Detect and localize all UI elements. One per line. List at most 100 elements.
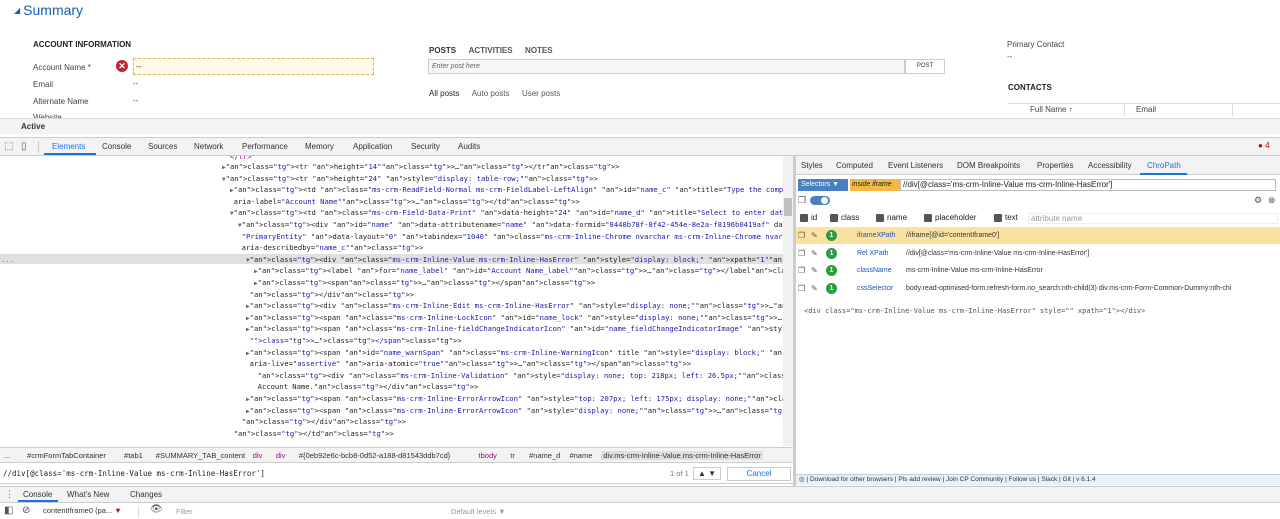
breadcrumb-item[interactable]: div: [276, 451, 286, 460]
account-name-input[interactable]: --: [133, 58, 374, 75]
dom-node-line[interactable]: aria-live="assertive" "an">aria-atomic="…: [246, 359, 691, 370]
xpath-input[interactable]: //div[@class='ms-crm-Inline-Value ms-crm…: [900, 179, 1276, 191]
alternate-name-value[interactable]: --: [133, 96, 138, 105]
dom-node-line[interactable]: "an">class="tg"></div"an">class="tg">>: [238, 417, 406, 428]
edit-icon[interactable]: ✎: [811, 280, 818, 297]
tab-memory[interactable]: Memory: [305, 142, 334, 151]
drawer-tab-whats-new[interactable]: What's New: [67, 490, 109, 499]
sidebar-toggle-icon[interactable]: ◧: [4, 505, 13, 516]
attribute-name-input[interactable]: attribute name: [1028, 213, 1278, 224]
breadcrumb-item[interactable]: #SUMMARY_TAB_content: [156, 451, 245, 460]
toggle-switch[interactable]: [810, 196, 830, 205]
drawer-menu-icon[interactable]: ⋮: [5, 489, 14, 500]
device-toggle-icon[interactable]: ▯: [21, 141, 27, 152]
tab-dom-breakpoints[interactable]: DOM Breakpoints: [957, 161, 1020, 170]
selector-value[interactable]: //div[@class='ms-crm-Inline-Value ms-crm…: [906, 245, 1089, 262]
dom-node-line[interactable]: "an">class="tg"></div"an">class="tg">>: [246, 290, 414, 301]
toggle-id-checkbox[interactable]: [800, 214, 808, 222]
dom-node-line[interactable]: ▶"an">class="tg"><span"an">class="tg">>……: [254, 278, 595, 289]
dom-node-line[interactable]: aria-describedby="name_c""an">class="tg"…: [238, 243, 424, 254]
scrollbar-thumb[interactable]: [784, 198, 792, 216]
dom-node-line[interactable]: ▶"an">class="tg"><span "an">class="ms-cr…: [246, 313, 793, 324]
copy-icon[interactable]: ❐: [798, 280, 805, 297]
breadcrumb-item[interactable]: #name: [569, 451, 592, 460]
tab-notes[interactable]: NOTES: [525, 46, 553, 55]
dom-node-line[interactable]: Account Name."an">class="tg"></div"an">c…: [254, 382, 479, 393]
tab-performance[interactable]: Performance: [242, 142, 288, 151]
toggle-class-checkbox[interactable]: [830, 214, 838, 222]
dom-node-line[interactable]: ▼"an">class="tg"><td "an">class="ms-crm-…: [230, 208, 793, 219]
selected-node-ellipsis[interactable]: ...: [1, 255, 14, 265]
tab-computed[interactable]: Computed: [836, 161, 873, 170]
settings-icon[interactable]: ⚙: [1254, 195, 1262, 206]
match-nav-arrows[interactable]: ▲ ▼: [693, 467, 721, 480]
tab-security[interactable]: Security: [411, 142, 440, 151]
breadcrumb-item[interactable]: #{0eb92e6c-bcb8-0d52-a188-d81543ddb7cd}: [299, 451, 450, 460]
dom-node-line[interactable]: ▶"an">class="tg"><tr "an">height="14""an…: [222, 162, 619, 173]
toggle-text-checkbox[interactable]: [994, 214, 1002, 222]
inspect-icon[interactable]: ⬚: [4, 141, 13, 152]
dom-node-line[interactable]: "PrimaryEntity" "an">data-layout="0" "an…: [238, 232, 793, 243]
email-value[interactable]: --: [133, 79, 138, 88]
breadcrumb-item[interactable]: #tab1: [124, 451, 143, 460]
console-filter-input[interactable]: Filter: [176, 507, 193, 516]
dom-node-line[interactable]: "">class="tg">>…">class="tg"></span">cla…: [246, 336, 462, 347]
breadcrumb-item[interactable]: #name_d: [529, 451, 560, 460]
dom-node-line[interactable]: ▼"an">class="tg"><tr "an">height="24" "a…: [222, 174, 598, 185]
selector-row[interactable]: ❐ ✎ 1 className ms-crm-Inline-Value ms-crm-I…: [796, 262, 1280, 279]
toggle-name-checkbox[interactable]: [876, 214, 884, 222]
tab-audits[interactable]: Audits: [458, 142, 480, 151]
edit-icon[interactable]: ✎: [811, 227, 818, 244]
selectors-dropdown[interactable]: Selectors ▼: [798, 179, 848, 191]
tab-posts[interactable]: POSTS: [429, 46, 456, 55]
copy-icon[interactable]: ❐: [798, 245, 805, 262]
dom-search-input[interactable]: //div[@class='ms-crm-Inline-Value ms-crm…: [3, 469, 265, 478]
copy-icon[interactable]: ❐: [798, 262, 805, 279]
breadcrumb-item[interactable]: ...: [4, 451, 10, 460]
summary-section-toggle[interactable]: ◢ Summary: [14, 2, 83, 18]
eye-icon[interactable]: 👁: [150, 504, 163, 515]
breadcrumb-item[interactable]: tr: [510, 451, 515, 460]
tab-chropath[interactable]: ChroPath: [1147, 161, 1181, 170]
dom-node-line[interactable]: "an">class="tg"></td"an">class="tg">>: [230, 429, 394, 440]
tab-application[interactable]: Application: [353, 142, 392, 151]
context-select[interactable]: contentIframe0 (pa... ▼: [43, 506, 139, 518]
dom-node-line[interactable]: ▶"an">class="tg"><span "an">id="name_war…: [246, 348, 793, 359]
tab-sources[interactable]: Sources: [148, 142, 177, 151]
filter-all-posts[interactable]: All posts: [429, 89, 459, 98]
edit-icon[interactable]: ✎: [811, 262, 818, 279]
filter-user-posts[interactable]: User posts: [522, 89, 560, 98]
column-email[interactable]: Email: [1136, 105, 1156, 114]
log-levels-select[interactable]: Default levels ▼: [451, 507, 506, 516]
dom-node-line[interactable]: "an">class="tg"><div "an">class="ms-crm-…: [254, 371, 793, 382]
clear-console-icon[interactable]: ⊘: [22, 505, 30, 516]
tab-console[interactable]: Console: [102, 142, 131, 151]
error-count-badge[interactable]: ● 4: [1258, 141, 1270, 150]
selector-value[interactable]: body.read-optimised-form.refresh-form.no…: [906, 280, 1231, 297]
tab-event-listeners[interactable]: Event Listeners: [888, 161, 943, 170]
post-input[interactable]: Enter post here: [428, 59, 905, 74]
tab-network[interactable]: Network: [194, 142, 223, 151]
tab-accessibility[interactable]: Accessibility: [1088, 161, 1132, 170]
filter-auto-posts[interactable]: Auto posts: [472, 89, 510, 98]
cancel-button[interactable]: Cancel: [727, 467, 791, 481]
elements-dom-tree[interactable]: ... ▶"an">class="tg"><tr "an">height="14…: [0, 156, 793, 446]
copy-icon[interactable]: ❐: [798, 227, 805, 244]
drawer-tab-console[interactable]: Console: [23, 490, 52, 499]
selector-row[interactable]: ❐ ✎ 1 cssSelector body.read-optimised-form.r…: [796, 280, 1280, 297]
close-icon[interactable]: ⊗: [1268, 195, 1276, 206]
breadcrumb-item[interactable]: div.ms-crm-Inline-Value.ms-crm-Inline-Ha…: [601, 451, 763, 460]
breadcrumb-item[interactable]: div: [253, 451, 263, 460]
dom-node-line[interactable]: ▶"an">class="tg"><span "an">class="ms-cr…: [246, 324, 793, 335]
dom-node-line[interactable]: ▼"an">class="tg"><div "an">class="ms-crm…: [246, 255, 793, 266]
selector-value[interactable]: ms-crm-Inline-Value ms-crm-Inline-HasErr…: [906, 262, 1043, 279]
edit-icon[interactable]: ✎: [811, 245, 818, 262]
tab-elements[interactable]: Elements: [52, 142, 85, 151]
tab-activities[interactable]: ACTIVITIES: [469, 46, 513, 55]
tab-styles[interactable]: Styles: [801, 161, 823, 170]
dom-node-line[interactable]: ▶"an">class="tg"><div "an">class="ms-crm…: [246, 301, 793, 312]
dom-node-line[interactable]: ▼"an">class="tg"><div "an">id="name" "an…: [238, 220, 793, 231]
dom-node-line[interactable]: ▶"an">class="tg"><span "an">class="ms-cr…: [246, 394, 793, 405]
tab-properties[interactable]: Properties: [1037, 161, 1073, 170]
toggle-placeholder-checkbox[interactable]: [924, 214, 932, 222]
